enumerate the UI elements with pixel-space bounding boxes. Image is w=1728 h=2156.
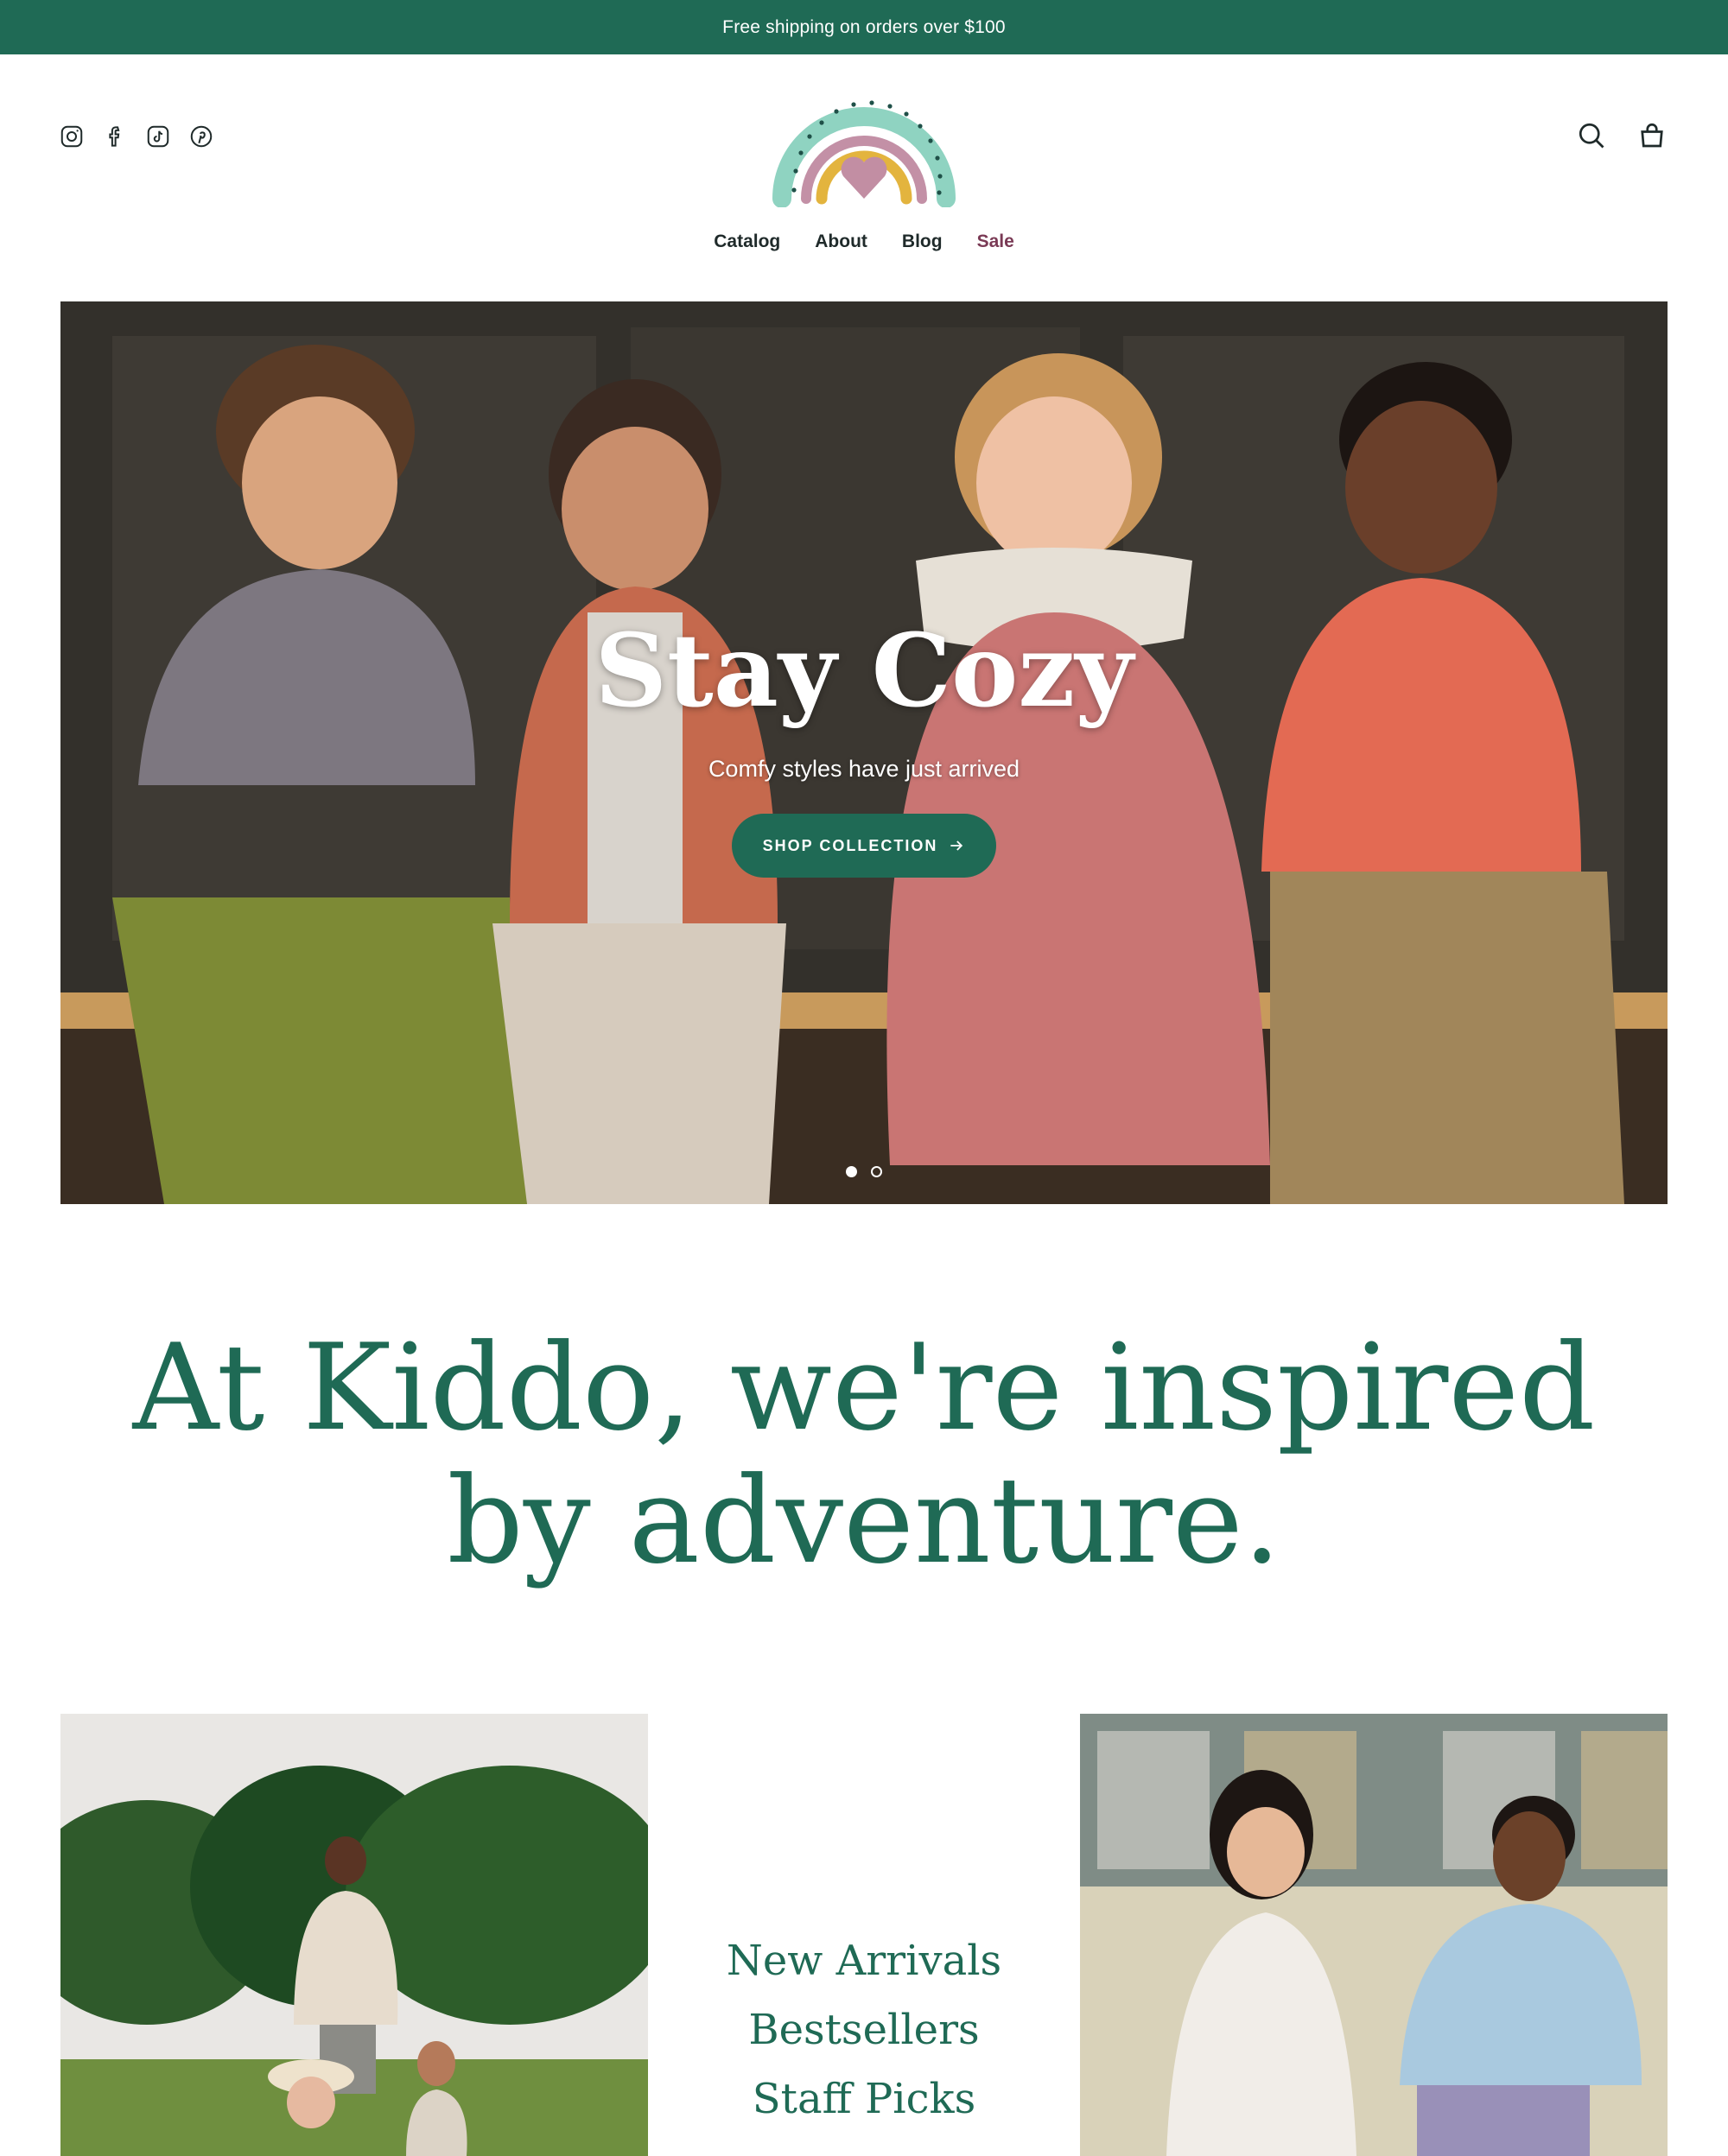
shop-collection-label: SHOP COLLECTION	[762, 836, 938, 854]
instagram-icon[interactable]	[59, 124, 85, 149]
announcement-bar: Free shipping on orders over $100	[0, 0, 1728, 54]
hero-slideshow: Stay Cozy Comfy styles have just arrived…	[60, 301, 1668, 1204]
nav-catalog[interactable]: Catalog	[714, 231, 780, 252]
nav-about[interactable]: About	[815, 231, 867, 252]
tiktok-icon[interactable]	[145, 124, 171, 149]
search-icon[interactable]	[1576, 120, 1607, 151]
social-links	[59, 124, 214, 149]
arrow-right-icon	[950, 840, 963, 851]
intro-line-2: by adventure.	[447, 1451, 1281, 1590]
nav-sale[interactable]: Sale	[977, 231, 1014, 252]
hero-content: Stay Cozy Comfy styles have just arrived…	[60, 621, 1668, 878]
collection-link-bestsellers[interactable]: Bestsellers	[648, 2004, 1080, 2073]
nav-blog[interactable]: Blog	[902, 231, 943, 252]
facebook-icon[interactable]	[102, 124, 128, 149]
collection-link-new-arrivals[interactable]: New Arrivals	[648, 1935, 1080, 2004]
collection-link-staff-picks[interactable]: Staff Picks	[648, 2073, 1080, 2142]
site-header: Catalog About Blog Sale	[0, 54, 1728, 305]
slide-dots	[60, 1166, 1668, 1177]
announcement-text: Free shipping on orders over $100	[722, 16, 1006, 37]
hero-subtitle: Comfy styles have just arrived	[708, 756, 1020, 782]
kitchen-kids-image[interactable]	[1080, 1714, 1668, 2156]
shop-collection-button[interactable]: SHOP COLLECTION	[731, 814, 997, 878]
slide-dot-1[interactable]	[846, 1166, 857, 1177]
collection-links: New Arrivals Bestsellers Staff Picks	[648, 1935, 1080, 2142]
pinterest-icon[interactable]	[188, 124, 214, 149]
cart-icon[interactable]	[1636, 120, 1668, 151]
kitchen-kids-photo	[1080, 1714, 1668, 2156]
outdoor-kids-image[interactable]	[60, 1714, 648, 2156]
intro-line-1: At Kiddo, we're inspired	[132, 1318, 1596, 1457]
hero-title: Stay Cozy	[594, 612, 1134, 730]
outdoor-kids-photo	[60, 1714, 648, 2156]
rainbow-heart-logo[interactable]	[772, 69, 956, 207]
intro-heading: At Kiddo, we're inspired by adventure.	[0, 1322, 1728, 1588]
header-actions	[1576, 120, 1668, 151]
slide-dot-2[interactable]	[871, 1166, 882, 1177]
main-nav: Catalog About Blog Sale	[0, 231, 1728, 252]
